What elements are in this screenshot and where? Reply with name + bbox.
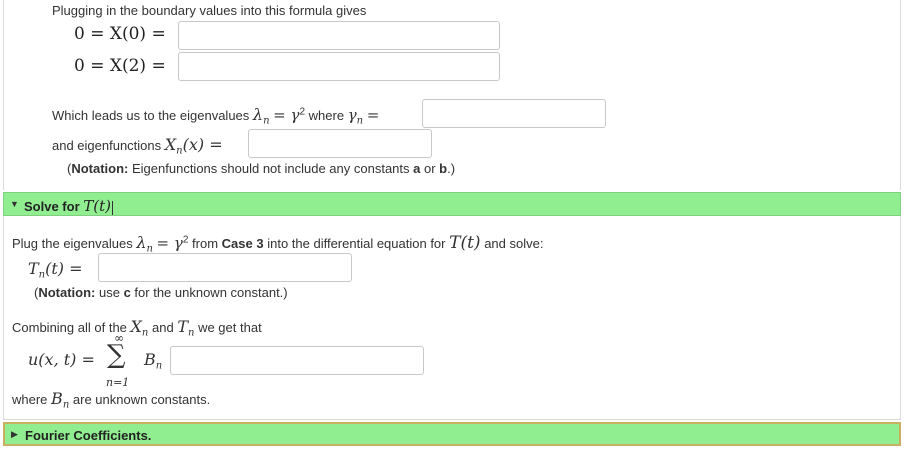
u-expression: u(x, t) =	[28, 350, 95, 369]
eigen-where: where	[308, 108, 345, 123]
intro-text: Plugging in the boundary values into thi…	[52, 3, 367, 18]
note1-bold: Notation:	[71, 161, 129, 176]
text-cursor	[112, 200, 113, 215]
eigen-sub: n	[263, 115, 270, 127]
combining-line: Combining all of the Xn and Tn we get th…	[12, 317, 262, 339]
gamma-eq: =	[366, 106, 380, 124]
gamma-label: γ	[347, 106, 357, 124]
eigenfunc-prefix: and eigenfunctions	[52, 138, 162, 153]
gamma-sub: n	[356, 115, 364, 127]
solve-header-label: Solve for T(t)	[24, 197, 113, 215]
chevron-down-icon: ▼	[10, 199, 19, 209]
eigenfunc-tail: (x) =	[182, 135, 223, 154]
eigenvalues-line: Which leads us to the eigenvalues λn = γ…	[52, 105, 379, 127]
eigenfunction-input[interactable]	[248, 129, 432, 158]
eigen-sup: 2	[299, 106, 306, 118]
eigen-gamma: = γ	[273, 106, 300, 124]
bc-equation-2: 0 = X(2) =	[74, 56, 166, 76]
solve-for-t-section-header[interactable]: ▼ Solve for T(t)	[3, 192, 901, 216]
fourier-coefficients-section-header[interactable]: ▶ Fourier Coefficients.	[3, 422, 901, 446]
bn-coefficient: Bn	[144, 350, 163, 372]
tn-input[interactable]	[98, 253, 352, 282]
series-term-input[interactable]	[170, 346, 424, 375]
where-line: where Bn are unknown constants.	[12, 389, 211, 411]
eigen-lambda: λ	[252, 105, 264, 124]
eigen-prefix: Which leads us to the eigenvalues	[52, 108, 250, 123]
tn-equation: Tn(t) =	[28, 259, 83, 281]
case-3-label: Case 3	[221, 236, 264, 251]
bc-answer-1-input[interactable]	[178, 21, 500, 50]
gamma-input[interactable]	[422, 99, 606, 128]
sum-sign: ∑	[107, 340, 126, 370]
sum-lower-limit: n=1	[106, 376, 130, 389]
eigenfunction-notation: (Notation: Eigenfunctions should not inc…	[67, 161, 456, 176]
fourier-header-label: Fourier Coefficients.	[25, 428, 152, 443]
plug-line: Plug the eigenvalues λn = γ2 from Case 3…	[12, 233, 544, 255]
constant-notation: (Notation: use c for the unknown constan…	[34, 285, 288, 300]
bc-equation-1: 0 = X(0) =	[74, 24, 166, 44]
eigenfunc-X: X	[164, 135, 177, 154]
eigenfunctions-line: and eigenfunctions Xn(x) =	[52, 135, 223, 157]
chevron-right-icon: ▶	[11, 429, 18, 439]
bc-answer-2-input[interactable]	[178, 52, 500, 81]
